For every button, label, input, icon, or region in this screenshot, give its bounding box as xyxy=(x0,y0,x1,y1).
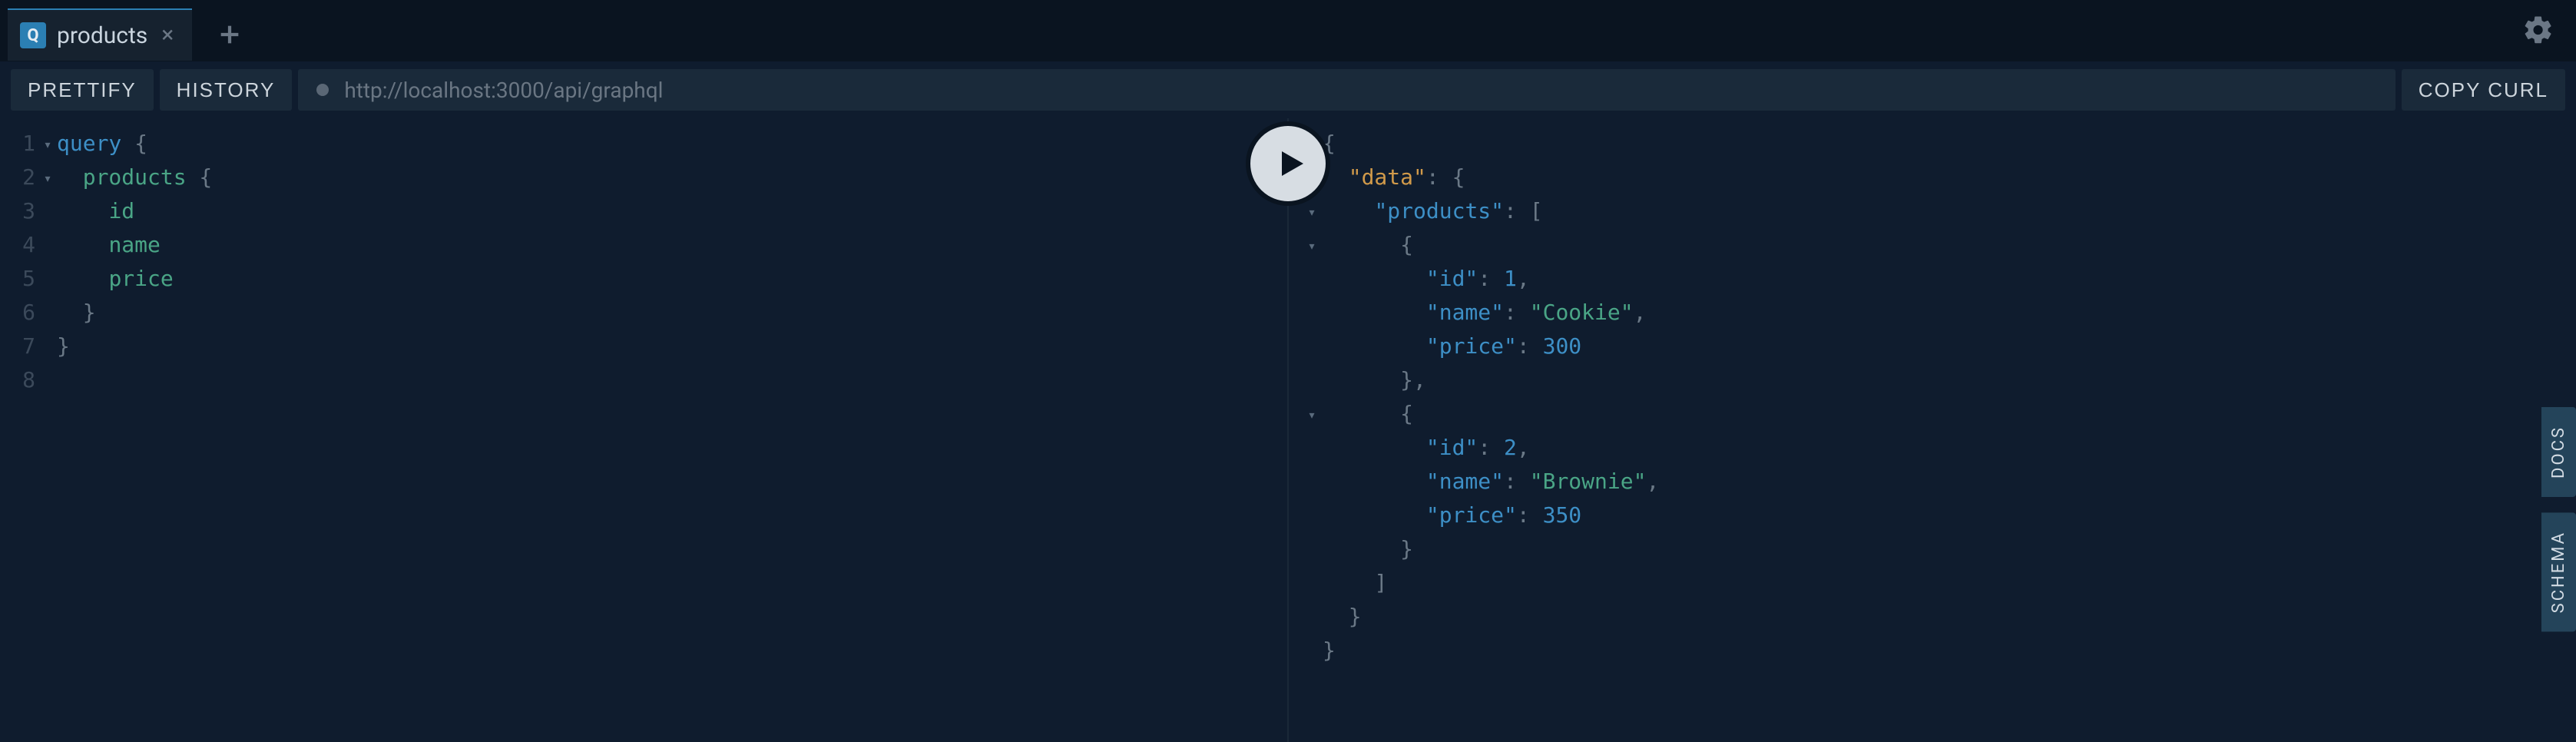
side-tabs: DOCS SCHEMA xyxy=(2541,407,2576,631)
app-root: Q products × PRETTIFY HISTORY COPY CURL … xyxy=(0,0,2576,742)
endpoint-box[interactable] xyxy=(298,69,2395,111)
copy-curl-button[interactable]: COPY CURL xyxy=(2402,69,2565,111)
tab-badge: Q xyxy=(20,22,46,48)
play-icon xyxy=(1273,145,1310,182)
status-dot-icon xyxy=(316,84,329,96)
endpoint-input[interactable] xyxy=(344,78,2376,103)
schema-tab[interactable]: SCHEMA xyxy=(2541,512,2576,631)
gear-icon xyxy=(2522,14,2554,46)
tab-label: products xyxy=(57,22,147,49)
result-pane[interactable]: ▾{▾ "data": {▾ "products": [▾ {▾ "id": 1… xyxy=(1289,118,2576,742)
tab-bar: Q products × xyxy=(0,0,2576,61)
query-tab[interactable]: Q products × xyxy=(8,8,192,61)
close-icon[interactable]: × xyxy=(161,24,174,47)
run-button[interactable] xyxy=(1246,121,1330,206)
query-code[interactable]: 1▾query {2▾ products {3▾ id4▾ name5▾ pri… xyxy=(0,118,1287,398)
editor-split: 1▾query {2▾ products {3▾ id4▾ name5▾ pri… xyxy=(0,118,2576,742)
plus-icon xyxy=(217,22,243,48)
query-editor-pane[interactable]: 1▾query {2▾ products {3▾ id4▾ name5▾ pri… xyxy=(0,118,1289,742)
settings-button[interactable] xyxy=(2522,14,2554,51)
history-button[interactable]: HISTORY xyxy=(160,69,293,111)
prettify-button[interactable]: PRETTIFY xyxy=(11,69,154,111)
docs-tab[interactable]: DOCS xyxy=(2541,407,2576,497)
new-tab-button[interactable] xyxy=(203,8,257,61)
toolbar: PRETTIFY HISTORY COPY CURL xyxy=(0,61,2576,118)
result-code: ▾{▾ "data": {▾ "products": [▾ {▾ "id": 1… xyxy=(1289,118,2576,668)
